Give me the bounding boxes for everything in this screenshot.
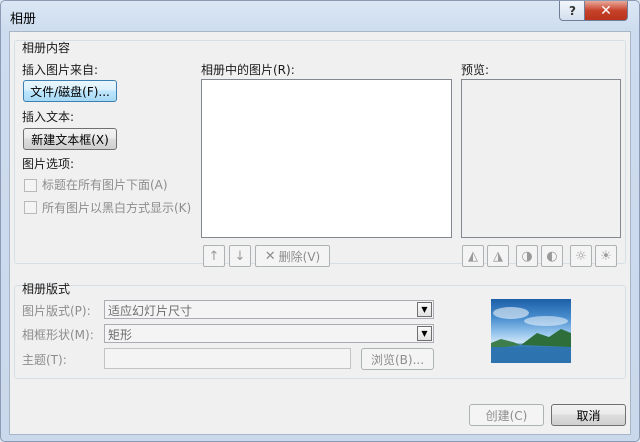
delete-button-label: 删除(V) bbox=[278, 249, 321, 264]
create-button[interactable]: 创建(C) bbox=[469, 404, 544, 426]
close-icon: ✕ bbox=[600, 2, 612, 19]
help-button[interactable]: ? bbox=[559, 1, 586, 21]
brightness-down-icon: ☀ bbox=[600, 248, 612, 264]
close-button[interactable]: ✕ bbox=[584, 1, 628, 21]
album-layout-group-label: 相册版式 bbox=[22, 282, 71, 296]
new-textbox-button[interactable]: 新建文本框(X) bbox=[23, 128, 117, 150]
theme-input[interactable] bbox=[104, 348, 351, 369]
picture-layout-label: 图片版式(P): bbox=[22, 304, 91, 318]
captions-checkbox-label: 标题在所有图片下面(A) bbox=[42, 178, 168, 192]
rotate-left-icon: ◭ bbox=[468, 248, 478, 264]
contrast-down-button[interactable]: ◐ bbox=[541, 245, 563, 267]
browse-button[interactable]: 浏览(B)... bbox=[361, 348, 434, 370]
browse-button-label: 浏览(B)... bbox=[370, 352, 425, 367]
create-button-label: 创建(C) bbox=[485, 408, 528, 423]
move-up-icon: ↑ bbox=[208, 248, 220, 264]
help-icon: ? bbox=[569, 3, 576, 18]
album-dialog: 相册 ? ✕ 相册内容 插入图片来自: 文件/磁盘(F)... 插入文本: 新建… bbox=[0, 0, 640, 442]
cancel-button[interactable]: 取消 bbox=[551, 404, 626, 426]
preview-pane bbox=[461, 79, 621, 238]
black-white-checkbox-label: 所有图片以黑白方式显示(K) bbox=[42, 201, 192, 215]
combo-arrow-icon: ▼ bbox=[417, 326, 432, 341]
picture-options-label: 图片选项: bbox=[22, 157, 75, 171]
rotate-left-button[interactable]: ◭ bbox=[462, 245, 484, 267]
pictures-in-album-label: 相册中的图片(R): bbox=[201, 63, 295, 77]
file-disk-button-label: 文件/磁盘(F)... bbox=[30, 84, 110, 99]
pictures-listbox[interactable] bbox=[201, 79, 452, 238]
delete-button[interactable]: ✕ 删除(V) bbox=[255, 245, 330, 267]
contrast-down-icon: ◐ bbox=[546, 248, 558, 264]
frame-shape-select[interactable]: 矩形 ▼ bbox=[104, 324, 434, 343]
layout-preview-image bbox=[491, 299, 571, 363]
insert-text-label: 插入文本: bbox=[22, 110, 75, 124]
cancel-button-label: 取消 bbox=[576, 408, 601, 423]
brightness-up-icon: ☼ bbox=[575, 248, 587, 264]
dialog-title: 相册 bbox=[10, 12, 37, 27]
move-up-button[interactable]: ↑ bbox=[203, 245, 225, 267]
preview-label: 预览: bbox=[461, 63, 490, 77]
frame-shape-value: 矩形 bbox=[108, 328, 133, 342]
contrast-up-icon: ◑ bbox=[521, 248, 533, 264]
captions-checkbox[interactable] bbox=[24, 179, 37, 192]
insert-from-label: 插入图片来自: bbox=[22, 63, 99, 77]
move-down-icon: ↓ bbox=[234, 248, 246, 264]
delete-x-icon: ✕ bbox=[264, 248, 276, 264]
title-bar[interactable]: 相册 ? ✕ bbox=[1, 1, 639, 31]
picture-layout-value: 适应幻灯片尺寸 bbox=[108, 304, 193, 318]
contrast-up-button[interactable]: ◑ bbox=[516, 245, 538, 267]
new-textbox-button-label: 新建文本框(X) bbox=[31, 132, 109, 147]
frame-shape-label: 相框形状(M): bbox=[22, 328, 94, 342]
combo-arrow-icon: ▼ bbox=[417, 302, 432, 317]
brightness-down-button[interactable]: ☀ bbox=[595, 245, 617, 267]
move-down-button[interactable]: ↓ bbox=[229, 245, 251, 267]
rotate-right-button[interactable]: ◮ bbox=[487, 245, 509, 267]
layout-preview-landscape bbox=[491, 307, 571, 363]
picture-layout-select[interactable]: 适应幻灯片尺寸 ▼ bbox=[104, 300, 434, 319]
dialog-body: 相册内容 插入图片来自: 文件/磁盘(F)... 插入文本: 新建文本框(X) … bbox=[9, 31, 631, 435]
theme-label: 主题(T): bbox=[22, 353, 67, 367]
black-white-checkbox[interactable] bbox=[24, 201, 37, 214]
file-disk-button[interactable]: 文件/磁盘(F)... bbox=[23, 80, 117, 102]
brightness-up-button[interactable]: ☼ bbox=[570, 245, 592, 267]
album-content-group-label: 相册内容 bbox=[22, 41, 71, 55]
rotate-right-icon: ◮ bbox=[493, 248, 503, 264]
